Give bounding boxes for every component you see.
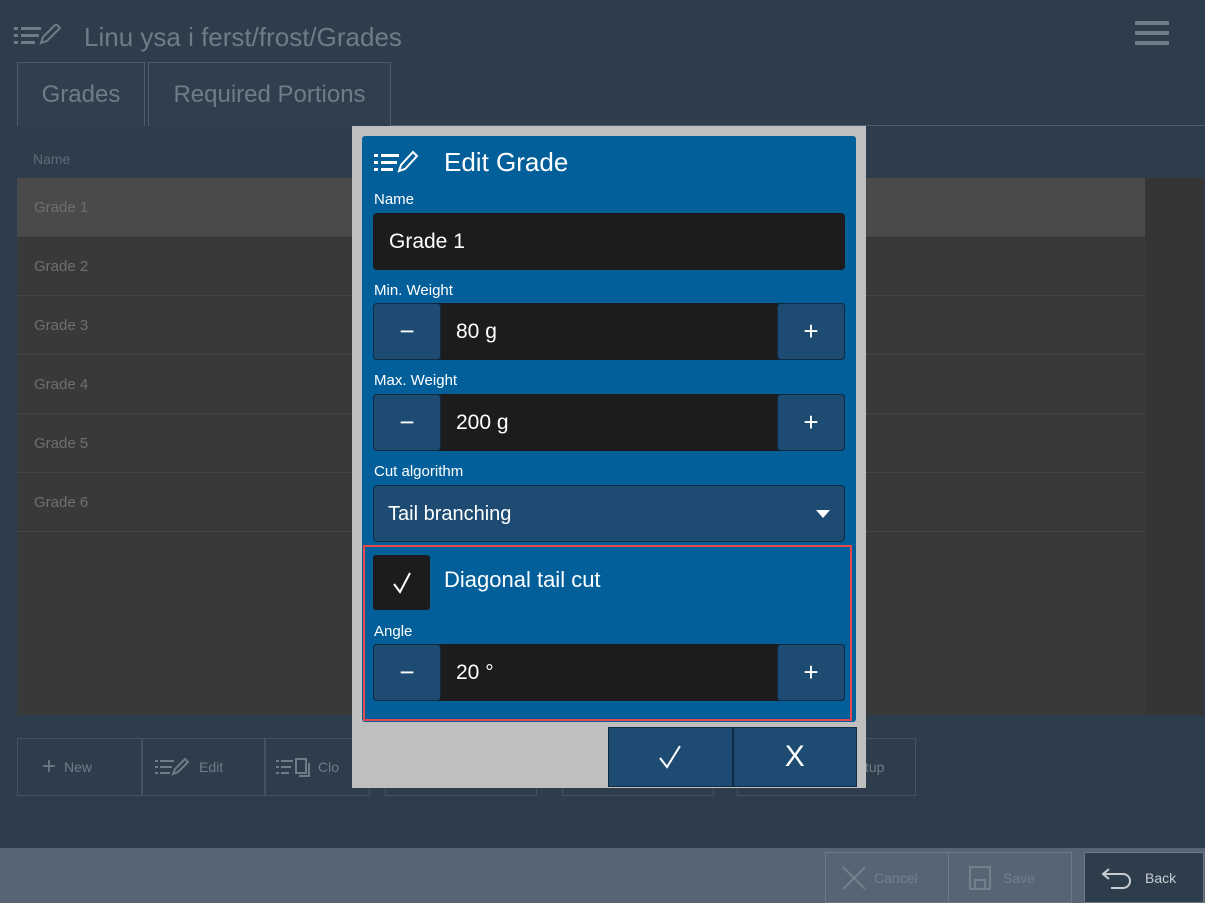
max-weight-label: Max. Weight bbox=[374, 372, 458, 389]
close-icon bbox=[840, 864, 868, 892]
min-weight-stepper: − 80 g + bbox=[373, 303, 845, 360]
cut-algorithm-value: Tail branching bbox=[388, 503, 512, 525]
min-weight-increment-button[interactable]: + bbox=[777, 303, 845, 360]
dialog-cancel-button[interactable]: X bbox=[732, 727, 857, 787]
row-label: Grade 4 bbox=[34, 375, 89, 393]
new-button-label: New bbox=[64, 759, 93, 775]
angle-decrement-button[interactable]: − bbox=[373, 644, 441, 701]
name-label: Name bbox=[374, 191, 415, 208]
min-weight-value[interactable]: 80 g bbox=[456, 303, 497, 360]
column-header-name: Name bbox=[33, 151, 71, 167]
edit-list-icon bbox=[14, 24, 70, 46]
row-label: Grade 6 bbox=[34, 493, 89, 511]
tab-grades[interactable]: Grades bbox=[17, 62, 145, 126]
setup-button-label: tup bbox=[865, 759, 885, 775]
edit-button-label: Edit bbox=[199, 759, 224, 775]
back-arrow-icon bbox=[1099, 865, 1135, 891]
cancel-button-label: Cancel bbox=[874, 869, 918, 886]
angle-stepper: − 20 ° + bbox=[373, 644, 845, 701]
row-label: Grade 5 bbox=[34, 434, 89, 452]
name-value: Grade 1 bbox=[389, 229, 465, 253]
edit-list-icon bbox=[155, 757, 191, 777]
save-button[interactable]: Save bbox=[948, 852, 1072, 903]
cancel-button[interactable]: Cancel bbox=[825, 852, 949, 903]
close-icon: X bbox=[784, 740, 805, 773]
dialog-title: Edit Grade bbox=[444, 147, 569, 177]
angle-increment-button[interactable]: + bbox=[777, 644, 845, 701]
cut-algorithm-label: Cut algorithm bbox=[374, 463, 464, 480]
max-weight-value[interactable]: 200 g bbox=[456, 394, 509, 451]
app-header: Linu ysa i ferst/frost/Grades bbox=[0, 0, 1205, 62]
list-scrollbar[interactable] bbox=[1145, 178, 1204, 715]
tab-required-portions[interactable]: Required Portions bbox=[148, 62, 391, 126]
angle-value[interactable]: 20 ° bbox=[456, 644, 494, 701]
checkmark-icon bbox=[657, 744, 683, 770]
plus-icon: + bbox=[42, 753, 57, 780]
checkmark-icon bbox=[391, 571, 413, 595]
clone-button-label: Clo bbox=[318, 759, 340, 775]
page-title: Linu ysa i ferst/frost/Grades bbox=[84, 22, 402, 52]
save-button-label: Save bbox=[1003, 869, 1035, 886]
back-button-label: Back bbox=[1145, 869, 1177, 886]
new-button[interactable]: + New bbox=[17, 738, 142, 796]
confirm-button[interactable] bbox=[608, 727, 733, 787]
row-label: Grade 1 bbox=[34, 198, 89, 216]
dialog-actions: X bbox=[608, 727, 857, 787]
list-toolbar: + New Edit Clo bbox=[17, 738, 370, 796]
back-button[interactable]: Back bbox=[1084, 852, 1204, 903]
max-weight-stepper: − 200 g + bbox=[373, 394, 845, 451]
cut-algorithm-dropdown[interactable]: Tail branching bbox=[373, 485, 845, 542]
hamburger-menu-icon[interactable] bbox=[1135, 19, 1169, 47]
min-weight-label: Min. Weight bbox=[374, 282, 453, 299]
min-weight-decrement-button[interactable]: − bbox=[373, 303, 441, 360]
diagonal-tail-cut-checkbox[interactable] bbox=[373, 555, 430, 610]
edit-button[interactable]: Edit bbox=[142, 738, 265, 796]
angle-label: Angle bbox=[374, 623, 413, 640]
row-label: Grade 3 bbox=[34, 316, 89, 334]
max-weight-increment-button[interactable]: + bbox=[777, 394, 845, 451]
clone-list-icon bbox=[276, 757, 312, 777]
row-label: Grade 2 bbox=[34, 257, 89, 275]
name-field[interactable]: Grade 1 bbox=[373, 213, 845, 270]
edit-list-icon bbox=[374, 150, 426, 174]
save-icon bbox=[969, 865, 991, 890]
dropdown-caret-icon bbox=[816, 510, 830, 518]
max-weight-decrement-button[interactable]: − bbox=[373, 394, 441, 451]
diagonal-tail-cut-label[interactable]: Diagonal tail cut bbox=[444, 567, 601, 593]
